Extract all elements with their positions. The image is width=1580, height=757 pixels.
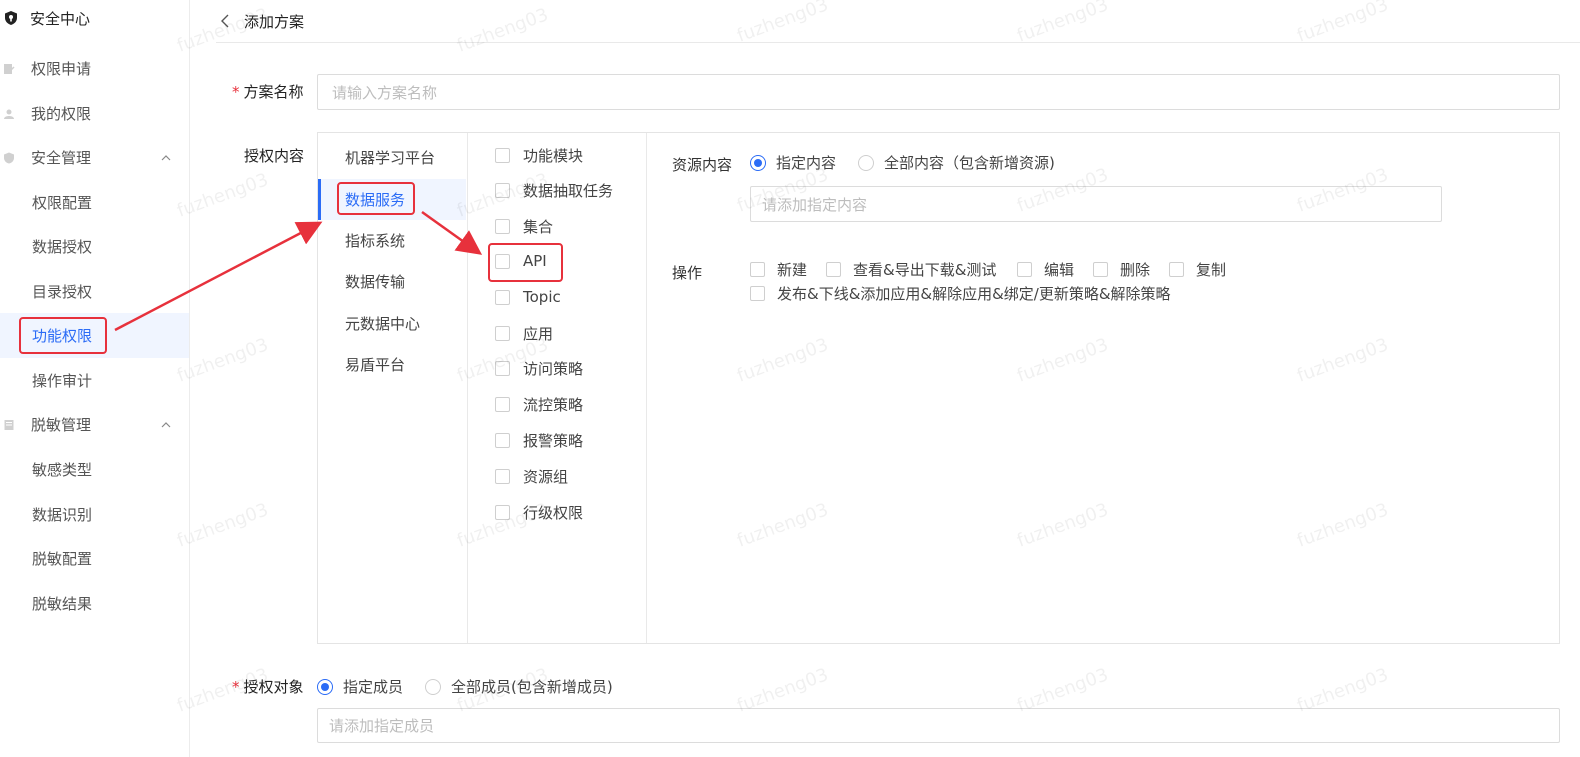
radio-label: 全部内容（包含新增资源) — [884, 154, 1055, 172]
highlight-box — [337, 182, 415, 215]
sidebar-item-security-management[interactable]: 安全管理 — [0, 135, 189, 180]
sidebar-item-label: 权限配置 — [32, 194, 93, 212]
module-checkbox[interactable]: 应用 — [495, 321, 553, 345]
target-option-specified[interactable]: 指定成员 — [317, 676, 403, 697]
sidebar-item-permission-config[interactable]: 权限配置 — [0, 180, 189, 225]
radio-label: 指定成员 — [343, 678, 404, 696]
auth-target-input[interactable]: 请添加指定成员 — [317, 708, 1560, 743]
chevron-up-icon — [161, 421, 171, 427]
sidebar-item-label: 敏感类型 — [32, 461, 93, 479]
sidebar-item-permission-apply[interactable]: 权限申请 — [0, 46, 189, 91]
module-checkbox[interactable]: Topic — [495, 285, 561, 309]
radio-unchecked[interactable] — [858, 154, 874, 171]
sidebar-item-desensitization-management[interactable]: 脱敏管理 — [0, 402, 189, 447]
sidebar-item-label: 目录授权 — [32, 283, 93, 301]
target-placeholder: 请添加指定成员 — [329, 717, 435, 735]
platform-item[interactable]: 易盾平台 — [318, 344, 466, 385]
sidebar-item-label: 安全管理 — [31, 149, 92, 167]
op-checkbox-create[interactable]: 新建 — [750, 259, 807, 280]
module-list: 功能模块 数据抽取任务 集合 API Topic 应用 访问策略 流控策略 报警… — [467, 133, 647, 643]
highlight-box — [488, 243, 563, 282]
auth-target-label: * 授权对象 — [232, 678, 304, 696]
op-checkbox-view-export-test[interactable]: 查看&导出下载&测试 — [826, 259, 996, 280]
sidebar-item-operation-audit[interactable]: 操作审计 — [0, 358, 189, 403]
highlight-box — [19, 317, 107, 354]
resource-placeholder: 请添加指定内容 — [762, 195, 868, 214]
resource-content-input[interactable]: 请添加指定内容 — [750, 186, 1442, 222]
radio-checked[interactable] — [750, 154, 766, 171]
sidebar-item-catalog-authorization[interactable]: 目录授权 — [0, 269, 189, 314]
op-checkbox-copy[interactable]: 复制 — [1169, 259, 1226, 280]
back-chevron-icon[interactable] — [220, 14, 230, 28]
resource-option-all[interactable]: 全部内容（包含新增资源) — [858, 152, 1055, 173]
radio-unchecked[interactable] — [425, 678, 441, 695]
op-checkbox-delete[interactable]: 删除 — [1093, 259, 1150, 280]
sidebar-item-label: 我的权限 — [31, 105, 92, 123]
radio-label: 指定内容 — [776, 154, 837, 172]
sidebar: 安全中心 权限申请 我的权限 安全管理 权限配置 数据授权 目录授权 功能权限 … — [0, 0, 190, 757]
module-checkbox[interactable]: 流控策略 — [495, 392, 583, 416]
plan-name-placeholder: 请输入方案名称 — [332, 83, 438, 102]
sidebar-item-label: 权限申请 — [31, 60, 92, 78]
sidebar-item-label: 脱敏结果 — [32, 595, 93, 613]
sidebar-header: 安全中心 — [0, 0, 189, 36]
shield-icon — [5, 11, 17, 25]
platform-item[interactable]: 指标系统 — [318, 220, 466, 261]
resource-content-label: 资源内容 — [672, 156, 733, 174]
page-header: 添加方案 — [216, 0, 1580, 43]
platform-item[interactable]: 机器学习平台 — [318, 137, 466, 178]
radio-checked[interactable] — [317, 678, 333, 695]
module-checkbox[interactable]: 行级权限 — [495, 500, 583, 524]
plan-name-input[interactable]: 请输入方案名称 — [317, 74, 1560, 110]
platform-item[interactable]: 数据传输 — [318, 261, 466, 302]
sidebar-item-label: 数据授权 — [32, 238, 93, 256]
sidebar-item-my-permissions[interactable]: 我的权限 — [0, 91, 189, 136]
plan-name-label: * 方案名称 — [232, 83, 304, 101]
sidebar-item-data-identification[interactable]: 数据识别 — [0, 492, 189, 537]
module-checkbox[interactable]: 资源组 — [495, 464, 568, 488]
operations-label: 操作 — [672, 264, 703, 282]
module-checkbox[interactable]: 报警策略 — [495, 428, 583, 452]
sidebar-header-title: 安全中心 — [30, 9, 91, 28]
op-checkbox-publish[interactable]: 发布&下线&添加应用&解除应用&绑定/更新策略&解除策略 — [750, 283, 1171, 304]
target-option-all[interactable]: 全部成员(包含新增成员) — [425, 676, 613, 697]
page-title: 添加方案 — [244, 12, 305, 31]
auth-content-label: 授权内容 — [244, 147, 305, 165]
op-checkbox-edit[interactable]: 编辑 — [1017, 259, 1074, 280]
module-checkbox[interactable]: 集合 — [495, 214, 553, 238]
sidebar-item-label: 操作审计 — [32, 372, 93, 390]
platform-item[interactable]: 元数据中心 — [318, 303, 466, 344]
sidebar-item-desensitization-results[interactable]: 脱敏结果 — [0, 581, 189, 626]
sidebar-item-label: 脱敏配置 — [32, 550, 93, 568]
sidebar-item-label: 数据识别 — [32, 506, 93, 524]
shield-icon — [4, 152, 14, 163]
module-checkbox[interactable]: 功能模块 — [495, 143, 583, 167]
radio-label: 全部成员(包含新增成员) — [451, 678, 613, 696]
chevron-up-icon — [161, 154, 171, 160]
user-icon — [4, 109, 14, 119]
sidebar-item-sensitive-types[interactable]: 敏感类型 — [0, 447, 189, 492]
sidebar-item-data-authorization[interactable]: 数据授权 — [0, 224, 189, 269]
module-checkbox[interactable]: 数据抽取任务 — [495, 178, 613, 202]
sidebar-item-label: 脱敏管理 — [31, 416, 92, 434]
document-icon — [4, 419, 14, 430]
edit-doc-icon — [4, 63, 15, 74]
module-checkbox[interactable]: 访问策略 — [495, 356, 583, 380]
sidebar-item-desensitization-config[interactable]: 脱敏配置 — [0, 536, 189, 581]
resource-option-specified[interactable]: 指定内容 — [750, 152, 836, 173]
